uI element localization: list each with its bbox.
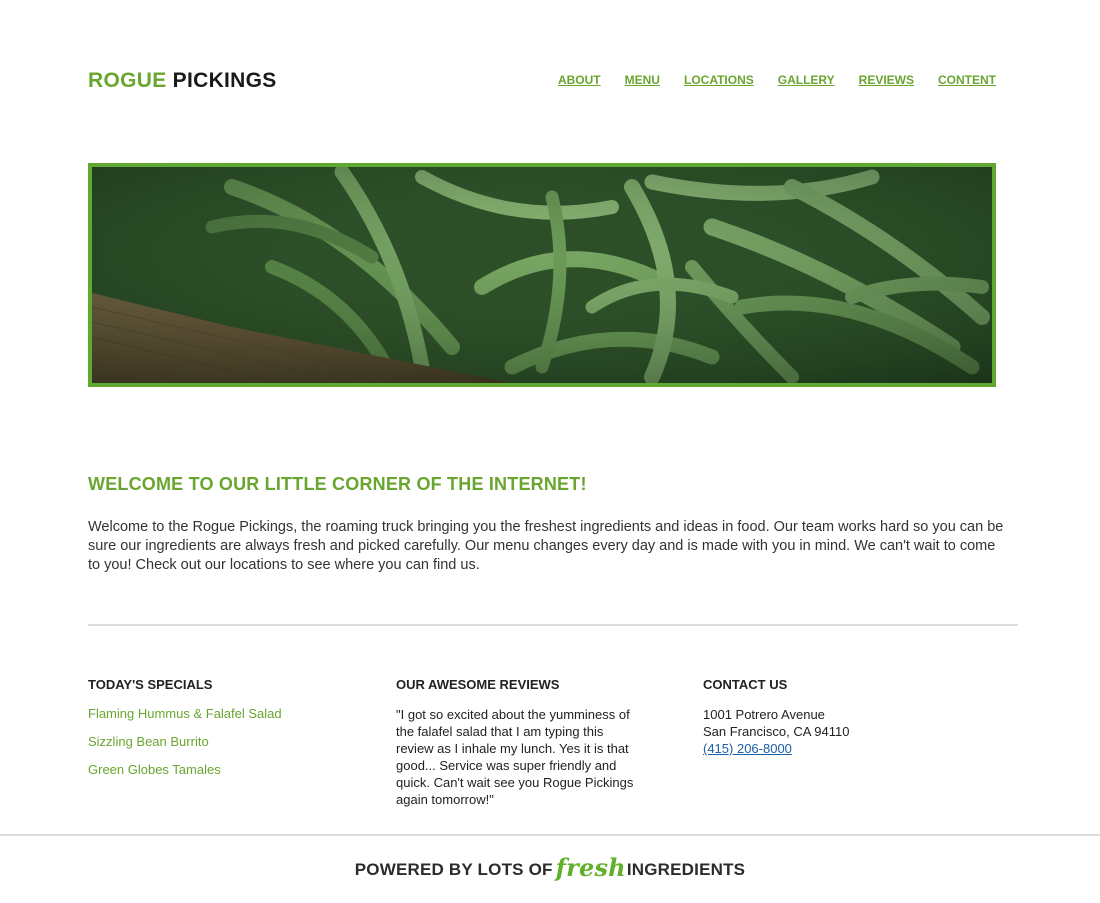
specials-column: TODAY'S SPECIALS Flaming Hummus & Falafe… xyxy=(88,677,368,790)
address-line-2: San Francisco, CA 94110 xyxy=(703,724,850,739)
special-item[interactable]: Flaming Hummus & Falafel Salad xyxy=(88,706,368,721)
footer-prefix: POWERED BY LOTS OF xyxy=(354,860,553,879)
reviews-column: OUR AWESOME REVIEWS "I got so excited ab… xyxy=(396,677,636,808)
phone-link[interactable]: (415) 206-8000 xyxy=(703,741,792,756)
nav-reviews[interactable]: REVIEWS xyxy=(859,73,914,87)
contact-column: CONTACT US 1001 Potrero Avenue San Franc… xyxy=(703,677,943,757)
logo-word-pickings: PICKINGS xyxy=(172,69,277,92)
nav-gallery[interactable]: GALLERY xyxy=(778,73,835,87)
footer-suffix: INGREDIENTS xyxy=(626,860,746,879)
main-nav: ABOUT MENU LOCATIONS GALLERY REVIEWS CON… xyxy=(558,73,996,87)
nav-locations[interactable]: LOCATIONS xyxy=(684,73,754,87)
special-item[interactable]: Sizzling Bean Burrito xyxy=(88,734,368,749)
reviews-heading: OUR AWESOME REVIEWS xyxy=(396,677,560,692)
nav-content[interactable]: CONTENT xyxy=(938,73,996,87)
review-quote: "I got so excited about the yumminess of… xyxy=(396,707,634,807)
nav-about[interactable]: ABOUT xyxy=(558,73,601,87)
contact-details: 1001 Potrero Avenue San Francisco, CA 94… xyxy=(703,706,943,757)
site-footer: POWERED BY LOTS OF freshINGREDIENTS xyxy=(0,852,1100,882)
welcome-heading: WELCOME TO OUR LITTLE CORNER OF THE INTE… xyxy=(88,474,587,494)
special-item[interactable]: Green Globes Tamales xyxy=(88,762,368,777)
section-divider xyxy=(88,624,1018,626)
contact-heading: CONTACT US xyxy=(703,677,788,692)
footer-fresh-script: fresh xyxy=(555,853,626,882)
site-header: ROGUE PICKINGS ABOUT MENU LOCATIONS GALL… xyxy=(88,66,996,98)
site-logo[interactable]: ROGUE PICKINGS xyxy=(88,69,277,93)
footer-divider xyxy=(0,834,1100,836)
green-beans-illustration xyxy=(92,167,992,383)
nav-menu[interactable]: MENU xyxy=(625,73,660,87)
logo-word-rogue: ROGUE xyxy=(88,69,167,92)
welcome-paragraph: Welcome to the Rogue Pickings, the roami… xyxy=(88,519,1004,573)
hero-image-green-beans xyxy=(88,163,996,387)
specials-heading: TODAY'S SPECIALS xyxy=(88,677,213,692)
address-line-1: 1001 Potrero Avenue xyxy=(703,707,825,722)
